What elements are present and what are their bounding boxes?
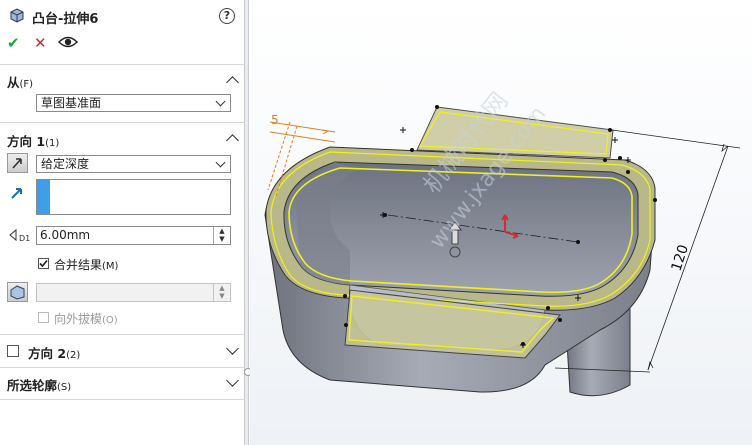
divider — [0, 122, 245, 123]
end-condition-value: 给定深度 — [41, 157, 90, 171]
spin-down-icon[interactable]: ▼ — [214, 292, 230, 300]
direction1-section-header[interactable]: 方向 1(1) — [7, 131, 59, 150]
divider — [0, 64, 245, 65]
property-manager: 凸台-拉伸6 ? ✔ ✕ 从(F) 草图基准面 方向 1(1) 给定深度 D1 — [0, 0, 245, 445]
collapse-from-chevron-icon[interactable] — [226, 76, 239, 89]
svg-text:D1: D1 — [19, 234, 30, 243]
from-label: 从 — [7, 75, 20, 90]
merge-result-label: 合并结果(M) — [54, 258, 119, 272]
spin-up-icon[interactable]: ▲ — [214, 284, 230, 292]
spin-down-icon[interactable]: ▼ — [214, 235, 230, 243]
direction2-checkbox[interactable] — [7, 345, 19, 357]
help-icon[interactable]: ? — [219, 8, 235, 24]
from-select-value: 草图基准面 — [41, 96, 102, 110]
chevron-down-icon — [215, 157, 226, 168]
draft-angle-input[interactable]: ▲ ▼ — [36, 283, 231, 302]
draft-spinner[interactable]: ▲ ▼ — [213, 284, 230, 301]
chevron-down-icon — [215, 96, 226, 107]
direction1-label: 方向 1 — [7, 134, 46, 149]
divider — [0, 367, 245, 368]
length-dimension-label: 120 — [669, 243, 692, 273]
divider — [0, 399, 245, 400]
draft-toggle-icon[interactable] — [7, 282, 28, 302]
selected-contours-header[interactable]: 所选轮廓(S) — [7, 375, 71, 394]
reverse-direction-icon[interactable] — [7, 153, 28, 173]
draft-outward-checkbox[interactable] — [38, 312, 49, 323]
collapse-direction1-chevron-icon[interactable] — [226, 134, 239, 147]
direction2-section-header[interactable]: 方向 2(2) — [28, 343, 80, 362]
depth-spinner[interactable]: ▲ ▼ — [213, 227, 230, 244]
graphics-viewport[interactable]: 5 120 机械时代网 www.jxage.com — [250, 0, 752, 445]
depth-dimension-label: 5 — [271, 113, 279, 127]
divider — [0, 334, 245, 335]
direction1-hotkey: (1) — [45, 138, 60, 149]
expand-direction2-chevron-icon[interactable] — [226, 342, 239, 355]
direction-reference-field[interactable] — [36, 179, 231, 215]
depth-value: 6.00mm — [40, 228, 91, 242]
end-condition-select[interactable]: 给定深度 — [36, 155, 231, 173]
merge-result-checkbox[interactable] — [38, 258, 49, 269]
model-canvas: 5 120 机械时代网 www.jxage.com — [264, 87, 741, 397]
depth-input[interactable]: 6.00mm ▲ ▼ — [36, 226, 231, 245]
draft-outward-label: 向外拔模(O) — [54, 312, 118, 326]
from-hotkey: (F) — [19, 79, 34, 90]
cancel-button[interactable]: ✕ — [34, 34, 47, 52]
extrude-feature-icon — [8, 6, 26, 24]
from-select[interactable]: 草图基准面 — [36, 94, 231, 112]
spin-up-icon[interactable]: ▲ — [214, 227, 230, 235]
ok-button[interactable]: ✔ — [7, 34, 20, 52]
panel-splitter[interactable] — [244, 0, 252, 445]
feature-title: 凸台-拉伸6 — [32, 12, 99, 27]
direction-vector-icon — [9, 185, 25, 204]
expand-contours-chevron-icon[interactable] — [226, 374, 239, 387]
from-section-header[interactable]: 从(F) — [7, 72, 33, 91]
selection-color-bar — [37, 180, 50, 214]
preview-eye-icon[interactable] — [58, 35, 78, 52]
depth-dimension-icon: D1 — [8, 226, 30, 247]
